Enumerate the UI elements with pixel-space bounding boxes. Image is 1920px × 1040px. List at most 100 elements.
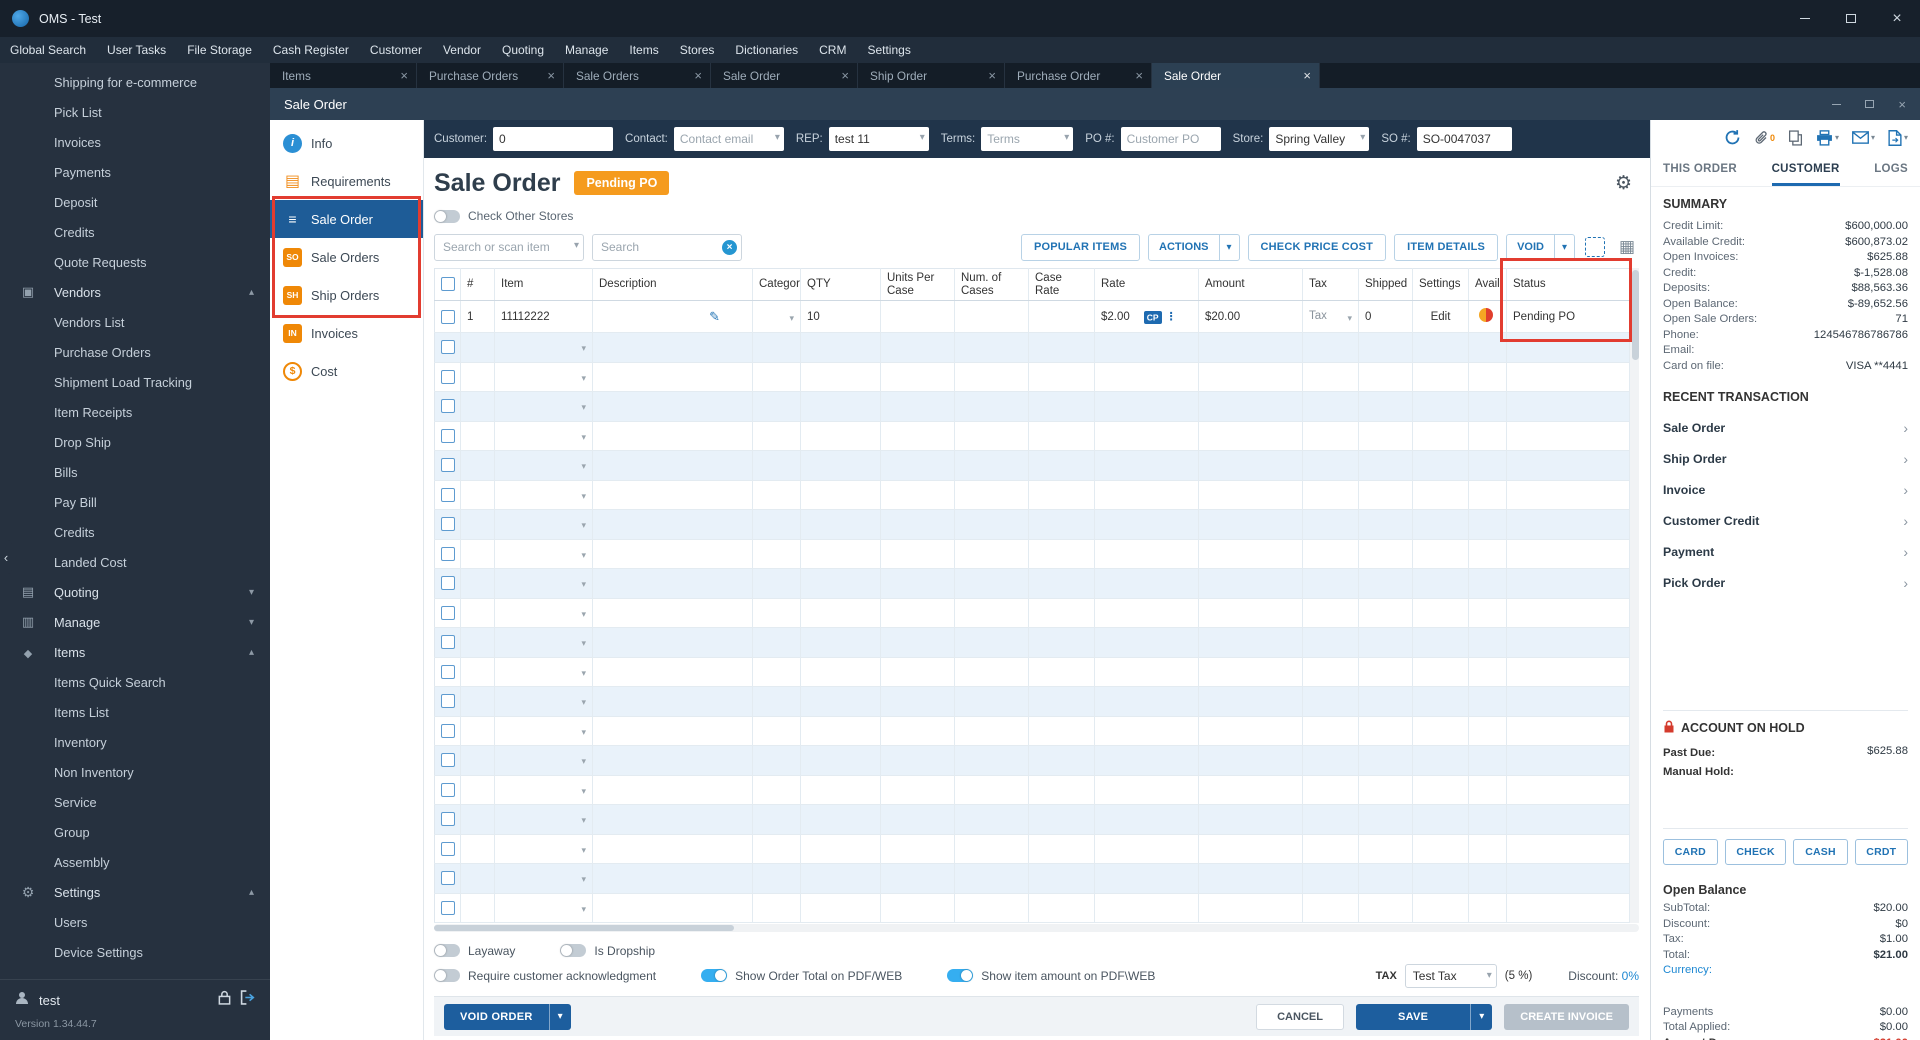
nav-item-info[interactable]: Info [270, 124, 423, 162]
sidebar-item[interactable]: Device Settings [0, 937, 270, 967]
cancel-button[interactable]: CANCEL [1256, 1003, 1344, 1030]
empty-line-row[interactable] [434, 509, 1630, 540]
sidebar-item[interactable]: Purchase Orders [0, 337, 270, 367]
empty-line-row[interactable] [434, 716, 1630, 746]
empty-line-row[interactable] [434, 362, 1630, 392]
item-search-input[interactable] [593, 234, 741, 260]
chevron-right-icon[interactable] [1903, 482, 1908, 498]
empty-line-row[interactable] [434, 480, 1630, 510]
row-checkbox[interactable] [441, 694, 455, 709]
sidebar-item[interactable]: Credits [0, 517, 270, 547]
select-all-checkbox[interactable] [441, 277, 455, 292]
chevron-down-icon[interactable] [581, 579, 586, 590]
chevron-down-icon[interactable] [581, 874, 586, 885]
menu-item[interactable]: Cash Register [273, 43, 349, 57]
chevron-down-icon[interactable] [581, 668, 586, 679]
clear-search-icon[interactable]: × [722, 239, 737, 255]
col-avail[interactable]: Avail [1468, 268, 1507, 301]
payment-method-button[interactable]: CARD [1663, 839, 1718, 866]
sidebar-item[interactable]: Settings ▴ [0, 877, 270, 907]
col-category[interactable]: Category [752, 268, 801, 301]
recent-transaction-item[interactable]: Customer Credit [1663, 505, 1908, 536]
row-checkbox[interactable] [441, 900, 455, 915]
so-number-input[interactable] [1416, 127, 1512, 151]
chevron-down-icon[interactable] [1904, 133, 1908, 142]
maximize-button[interactable] [1828, 0, 1874, 37]
sidebar-item[interactable]: Service [0, 787, 270, 817]
col-amount[interactable]: Amount [1198, 268, 1303, 301]
chevron-down-icon[interactable]: ▾ [1554, 234, 1574, 260]
payment-method-button[interactable]: CASH [1793, 839, 1848, 866]
chevron-down-icon[interactable] [581, 402, 586, 413]
nav-item-ship-orders[interactable]: SH Ship Orders [270, 276, 423, 314]
row-checkbox[interactable] [441, 841, 455, 856]
show-item-amount-toggle[interactable] [947, 969, 974, 982]
order-settings-gear-icon[interactable]: ⚙ [1615, 172, 1632, 195]
row-checkbox[interactable] [441, 428, 455, 443]
more-options-icon[interactable]: ⋮ [1166, 311, 1177, 323]
chevron-right-icon[interactable] [1903, 575, 1908, 591]
check-other-stores-toggle[interactable] [434, 209, 460, 223]
empty-line-row[interactable] [434, 627, 1630, 658]
recent-transaction-item[interactable]: Payment [1663, 536, 1908, 567]
empty-line-row[interactable] [434, 834, 1630, 864]
sidebar-item[interactable]: Quoting ▾ [0, 577, 270, 607]
empty-line-row[interactable] [434, 775, 1630, 805]
sidebar-item[interactable]: Drop Ship [0, 427, 270, 457]
document-tab[interactable]: Sale Order [711, 63, 858, 88]
popular-items-button[interactable]: POPULAR ITEMS [1020, 233, 1140, 261]
case-rate-cell[interactable] [1028, 300, 1095, 333]
chevron-down-icon[interactable] [581, 786, 586, 797]
row-checkbox[interactable] [441, 782, 455, 797]
lock-icon[interactable] [218, 990, 231, 1010]
print-icon[interactable] [1816, 129, 1839, 146]
vertical-scrollbar[interactable] [1630, 268, 1639, 923]
is-dropship-toggle[interactable] [560, 944, 587, 957]
chevron-down-icon[interactable] [581, 756, 586, 767]
row-checkbox[interactable] [441, 309, 455, 324]
sidebar-item[interactable]: Inventory [0, 727, 270, 757]
tax-input[interactable] [1405, 964, 1496, 987]
payment-method-button[interactable]: CRDT [1854, 839, 1909, 866]
col-tax[interactable]: Tax [1302, 268, 1359, 301]
empty-line-row[interactable] [434, 686, 1630, 717]
chevron-down-icon[interactable] [581, 343, 586, 354]
document-tab[interactable]: Sale Orders [564, 63, 711, 88]
row-checkbox[interactable] [441, 546, 455, 561]
column-settings-icon[interactable]: ▦ [1615, 235, 1639, 259]
chevron-down-icon[interactable] [1347, 313, 1352, 324]
sidebar-item[interactable]: Vendors List [0, 307, 270, 337]
chevron-down-icon[interactable] [581, 491, 586, 502]
sidebar-item[interactable]: Items Quick Search [0, 667, 270, 697]
chevron-down-icon[interactable] [581, 550, 586, 561]
menu-item[interactable]: Dictionaries [735, 43, 798, 57]
row-checkbox[interactable] [441, 399, 455, 414]
require-acknowledgment-toggle[interactable] [434, 969, 460, 982]
panel-tab[interactable]: LOGS [1874, 156, 1908, 187]
menu-item[interactable]: Vendor [443, 43, 481, 57]
search-type-select[interactable] [434, 233, 584, 261]
document-tab[interactable]: Items [270, 63, 417, 88]
empty-line-row[interactable] [434, 804, 1630, 835]
row-checkbox[interactable] [441, 871, 455, 886]
chevron-down-icon[interactable]: ▾ [1218, 234, 1239, 260]
empty-line-row[interactable] [434, 391, 1630, 422]
recent-transaction-item[interactable]: Invoice [1663, 474, 1908, 505]
chevron-down-icon[interactable] [581, 638, 586, 649]
row-checkbox[interactable] [441, 664, 455, 679]
sidebar-collapse-handle[interactable]: ‹ [0, 540, 12, 574]
save-button[interactable]: SAVE ▾ [1355, 1003, 1493, 1030]
sidebar-item[interactable]: Non Inventory [0, 757, 270, 787]
chevron-down-icon[interactable]: ▾ [548, 1003, 571, 1030]
chevron-down-icon[interactable]: ▾ [1470, 1003, 1492, 1030]
col-item[interactable]: Item [494, 268, 593, 301]
chevron-down-icon[interactable] [581, 697, 586, 708]
document-tab[interactable]: Sale Order [1152, 63, 1320, 88]
sidebar-item[interactable]: Assembly [0, 847, 270, 877]
tab-close-icon[interactable] [400, 68, 408, 83]
chevron-down-icon[interactable] [581, 815, 586, 826]
tax-cell[interactable]: Tax [1302, 300, 1359, 333]
row-checkbox[interactable] [441, 605, 455, 620]
discount-link[interactable]: Discount: 0% [1568, 969, 1639, 983]
row-checkbox[interactable] [441, 576, 455, 591]
